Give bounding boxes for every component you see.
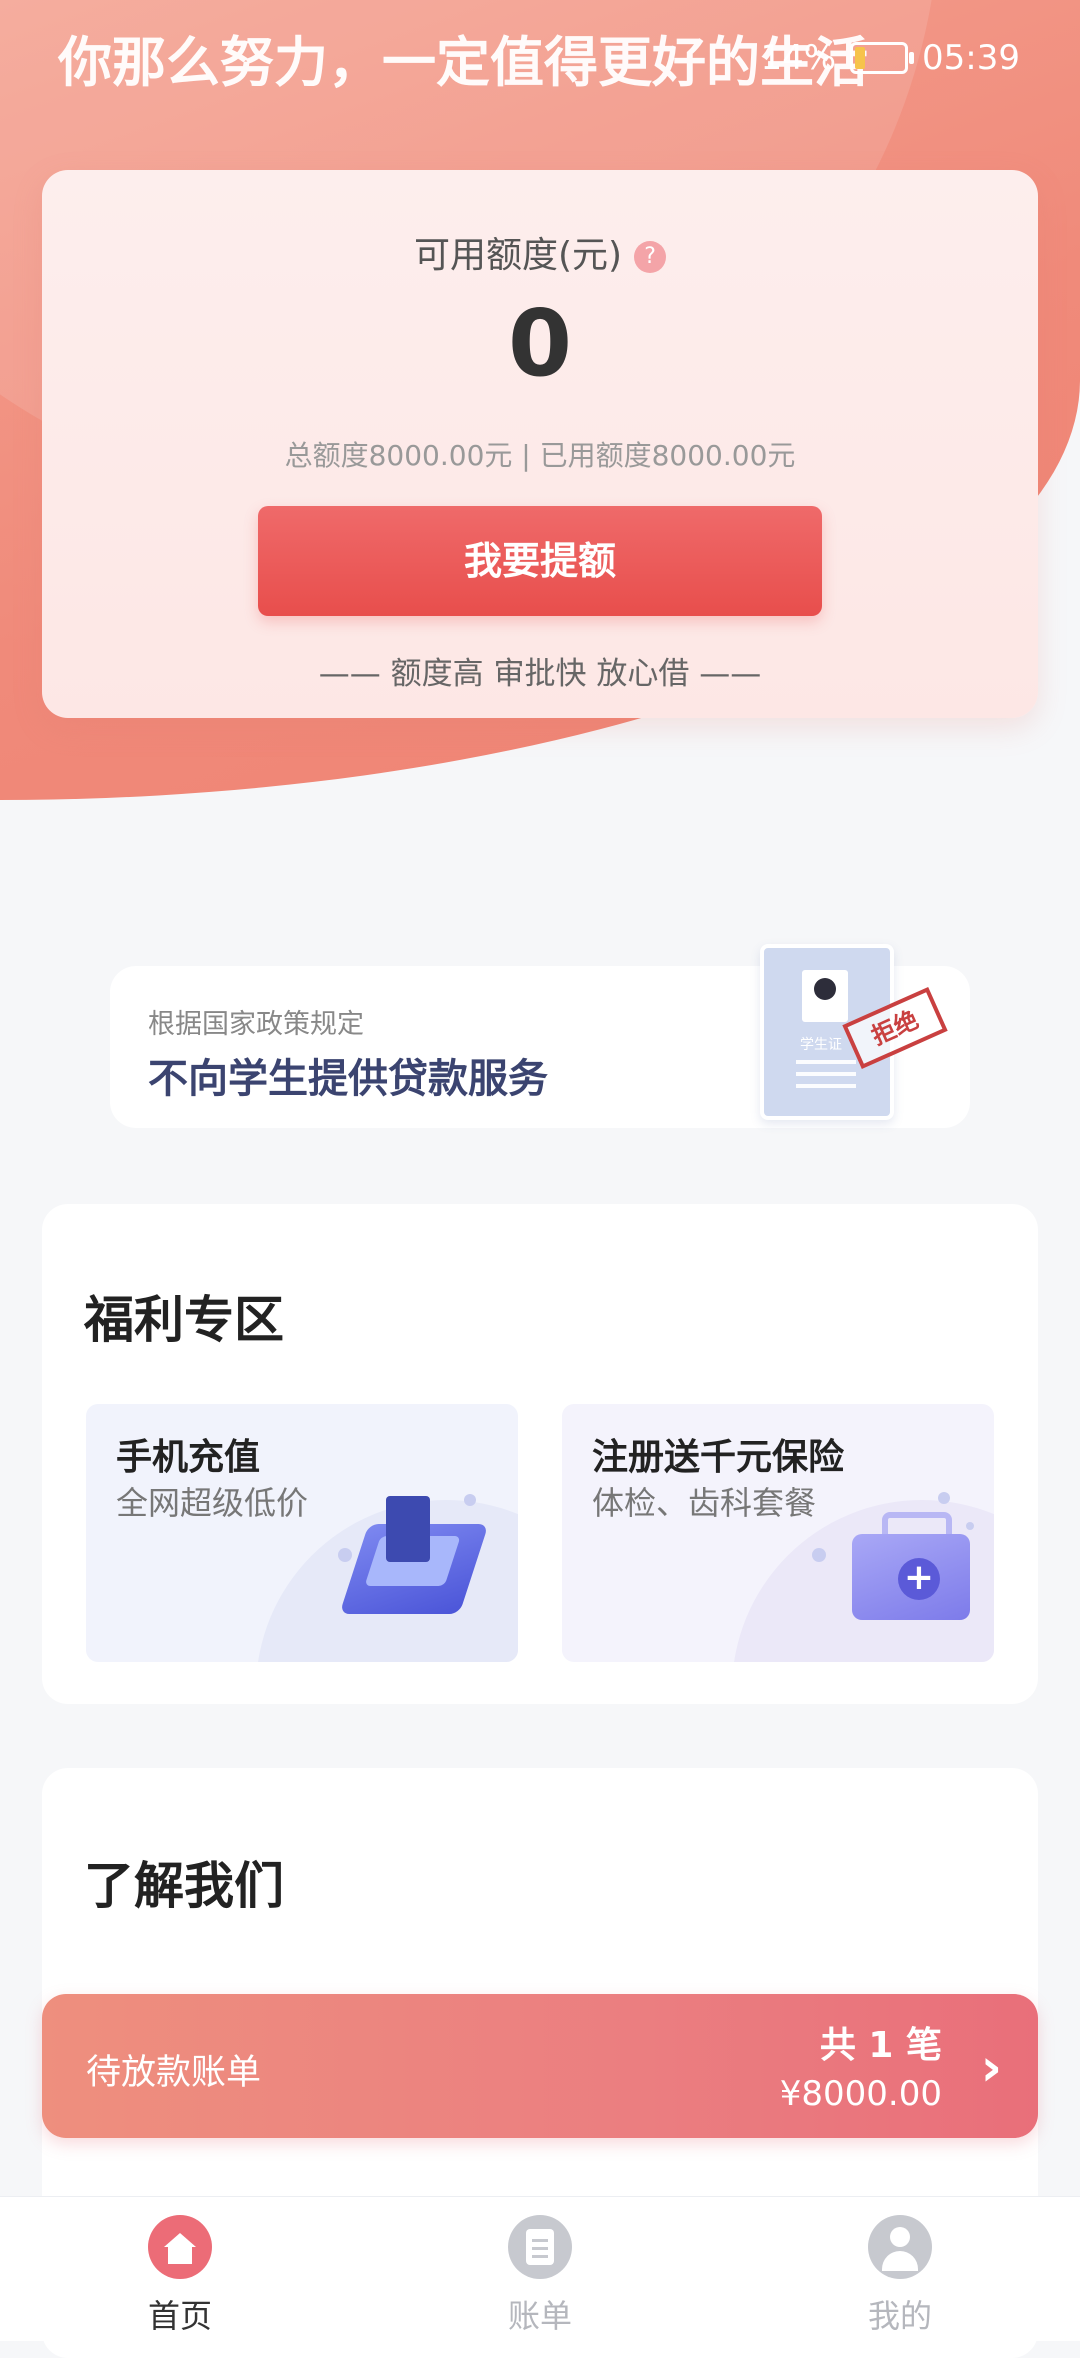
help-icon[interactable]: ?: [634, 241, 667, 273]
about-title: 了解我们: [84, 1857, 284, 1915]
tab-bill[interactable]: 账单: [440, 2215, 640, 2337]
tile-title: 注册送千元保险: [592, 1437, 845, 1478]
tile-subtitle: 全网超级低价: [116, 1484, 309, 1522]
bill-icon: [508, 2215, 572, 2279]
tab-label: 账单: [507, 2297, 572, 2335]
welfare-section: 福利专区 手机充值 全网超级低价 注册送千元保险 体检、齿科套餐 +: [42, 1204, 1038, 1704]
credit-summary: 总额度8000.00元 | 已用额度8000.00元: [284, 439, 796, 472]
pending-bill-bar[interactable]: 待放款账单 共 1 笔 ¥8000.00 ›: [42, 1994, 1038, 2138]
student-card-illustration: 学生证 拒绝: [760, 944, 948, 1120]
tile-subtitle: 体检、齿科套餐: [592, 1484, 817, 1522]
student-notice-banner[interactable]: 根据国家政策规定 不向学生提供贷款服务 学生证 拒绝: [110, 944, 970, 1128]
raise-limit-button[interactable]: 我要提额: [258, 506, 822, 616]
battery-icon: [850, 42, 915, 74]
status-marquee-text: 你那么努力，一定值得更好的生活: [58, 31, 868, 94]
welfare-tile-insurance[interactable]: 注册送千元保险 体检、齿科套餐 +: [562, 1404, 994, 1662]
tab-me[interactable]: 我的: [800, 2215, 1000, 2337]
student-card-label: 学生证: [800, 1037, 842, 1053]
status-time: 05:39: [922, 38, 1020, 78]
status-right: 14% 05:39: [760, 38, 1020, 78]
tab-label: 我的: [867, 2297, 932, 2335]
home-icon: [148, 2215, 212, 2279]
reject-stamp: 拒绝: [842, 986, 948, 1070]
student-photo-icon: [802, 970, 848, 1022]
notice-small-text: 根据国家政策规定: [148, 1009, 364, 1040]
status-bar: 你那么努力，一定值得更好的生活 14% 05:39: [0, 0, 1080, 120]
chevron-right-icon: ›: [980, 2038, 1002, 2098]
battery-percent: 14%: [760, 38, 837, 78]
bottom-tab-bar: 首页 账单 我的: [0, 2196, 1080, 2341]
tab-home[interactable]: 首页: [80, 2215, 280, 2337]
pending-count: 共 1 笔: [819, 2025, 942, 2066]
tile-title: 手机充值: [116, 1437, 261, 1478]
pending-label: 待放款账单: [86, 2053, 262, 2093]
credit-label-row: 可用额度(元)?: [42, 226, 1038, 278]
user-icon: [868, 2215, 932, 2279]
credit-amount: 0: [507, 290, 572, 397]
welfare-tile-phone-recharge[interactable]: 手机充值 全网超级低价: [86, 1404, 518, 1662]
pending-amount: ¥8000.00: [779, 2074, 942, 2114]
welfare-title: 福利专区: [84, 1291, 284, 1349]
credit-label: 可用额度(元): [413, 235, 623, 276]
tab-label: 首页: [147, 2297, 212, 2335]
credit-card: 可用额度(元)? 0 总额度8000.00元 | 已用额度8000.00元 我要…: [42, 170, 1038, 718]
credit-tagline: —— 额度高 审批快 放心借 ——: [318, 656, 762, 692]
notice-big-text: 不向学生提供贷款服务: [148, 1056, 548, 1102]
